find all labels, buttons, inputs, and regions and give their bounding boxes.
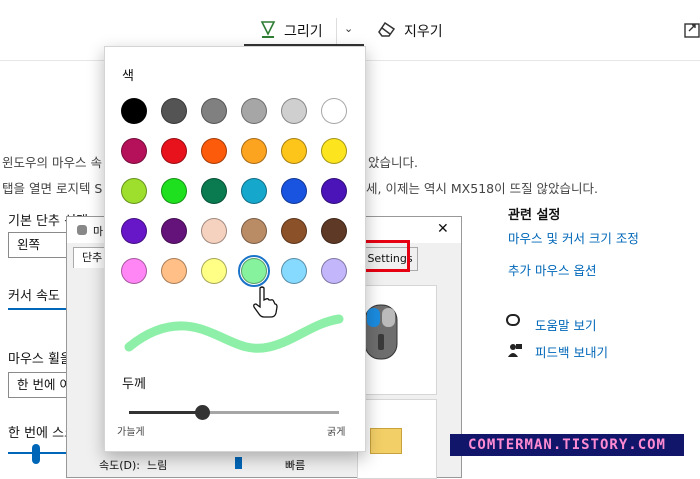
color-swatch[interactable] [281,258,307,284]
color-swatch[interactable] [161,138,187,164]
color-swatch[interactable] [241,178,267,204]
stroke-preview [124,314,344,353]
dialog-title: 마 [93,225,104,238]
color-swatch[interactable] [161,98,187,124]
color-swatch[interactable] [241,98,267,124]
color-swatch[interactable] [321,178,347,204]
desc-line-2: 탭을 열면 로지텍 S [2,181,103,196]
color-swatch[interactable] [201,138,227,164]
color-swatch[interactable] [321,258,347,284]
related-settings-title: 관련 설정 [508,208,561,223]
color-swatch[interactable] [241,138,267,164]
help-link[interactable]: 도움말 보기 [535,315,596,334]
speed-label: 속도(D): [99,459,140,472]
color-swatch[interactable] [121,218,147,244]
desc-line-2-end: 세, 이제는 역시 MX518이 뜨질 않았습니다. [366,181,599,196]
eraser-label: 지우기 [404,24,443,40]
speed-slider-thumb[interactable] [235,457,242,469]
eraser-icon [378,21,396,41]
color-swatch[interactable] [161,218,187,244]
scroll-lines-thumb[interactable] [32,444,40,464]
watermark: COMTERMAN.TISTORY.COM [450,434,684,456]
feedback-icon [508,342,522,357]
cursor-speed-underline [8,308,70,310]
pen-color-popup: 색 두께 가늘게 굵게 [104,46,366,452]
color-swatch[interactable] [201,258,227,284]
feedback-link[interactable]: 피드백 보내기 [535,342,608,361]
thickness-title: 두께 [122,377,146,392]
desc-line-1-end: 았습니다. [368,155,418,170]
color-swatch[interactable] [161,178,187,204]
mouse-cursor-size-link[interactable]: 마우스 및 커서 크기 조정 [508,228,639,247]
thick-label: 굵게 [327,427,346,438]
scroll-lines-track [8,452,70,454]
settings-tab-highlight [361,240,410,272]
dialog-close-icon[interactable]: ✕ [437,221,449,237]
folder-image-panel [357,399,437,479]
color-swatch[interactable] [201,218,227,244]
chevron-down-icon[interactable]: ⌄ [344,22,353,35]
hand-cursor-icon [253,286,278,318]
draw-button[interactable]: 그리기 ⌄ [244,18,364,46]
color-swatch[interactable] [121,258,147,284]
color-swatch[interactable] [321,98,347,124]
folder-icon [370,428,402,454]
color-swatch[interactable] [121,98,147,124]
color-swatch[interactable] [161,258,187,284]
cursor-speed-label: 커서 속도 [8,289,60,304]
thickness-slider-fill [129,411,203,414]
draw-separator [336,18,337,44]
mouse-app-icon [77,225,87,235]
speed-slow-label: 느림 [147,459,168,472]
color-swatch[interactable] [121,178,147,204]
color-swatch[interactable] [321,138,347,164]
color-swatch[interactable] [281,138,307,164]
eraser-button[interactable]: 지우기 [378,18,468,44]
color-swatch[interactable] [238,255,270,287]
draw-label: 그리기 [284,24,323,40]
color-swatch[interactable] [121,138,147,164]
thin-label: 가늘게 [117,427,145,438]
help-icon [506,314,520,326]
color-swatch-grid [105,47,365,307]
desc-line-1: 윈도우의 마우스 속 [2,155,102,170]
color-swatch[interactable] [241,218,267,244]
color-swatch[interactable] [201,98,227,124]
speed-fast-label: 빠름 [285,459,306,472]
color-swatch[interactable] [281,178,307,204]
pen-icon [260,20,276,42]
color-swatch[interactable] [281,98,307,124]
share-icon[interactable] [684,20,700,38]
mouse-icon [364,304,398,360]
color-swatch[interactable] [281,218,307,244]
additional-mouse-options-link[interactable]: 추가 마우스 옵션 [508,260,596,279]
mouse-image-panel [357,285,437,395]
wheel-label: 마우스 휠을 [8,352,72,367]
color-swatch[interactable] [201,178,227,204]
color-swatch[interactable] [321,218,347,244]
thickness-slider-thumb[interactable] [195,405,210,420]
